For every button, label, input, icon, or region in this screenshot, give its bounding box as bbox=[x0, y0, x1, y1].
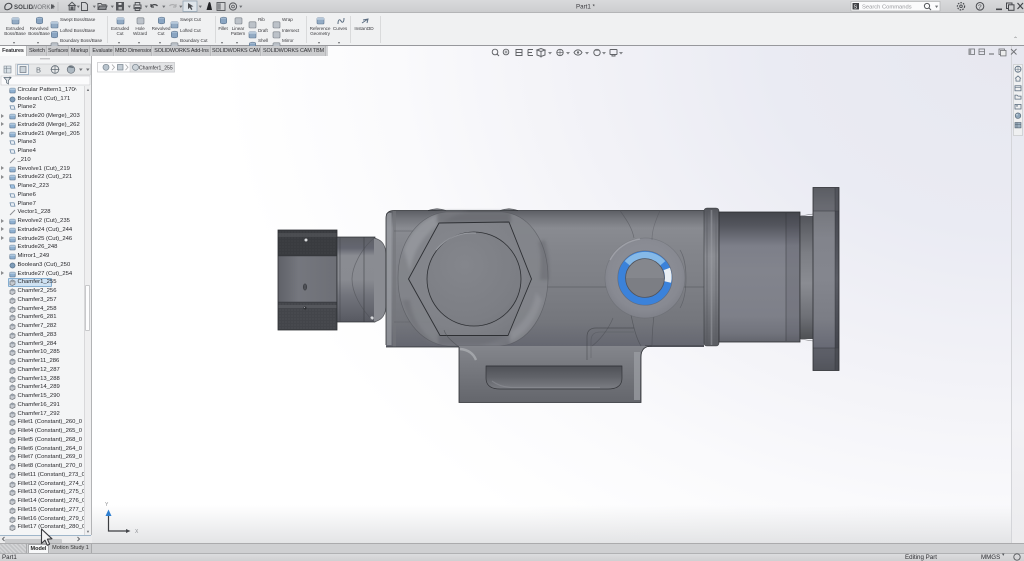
svg-text:Y: Y bbox=[105, 502, 109, 508]
svg-text:X: X bbox=[135, 529, 139, 535]
